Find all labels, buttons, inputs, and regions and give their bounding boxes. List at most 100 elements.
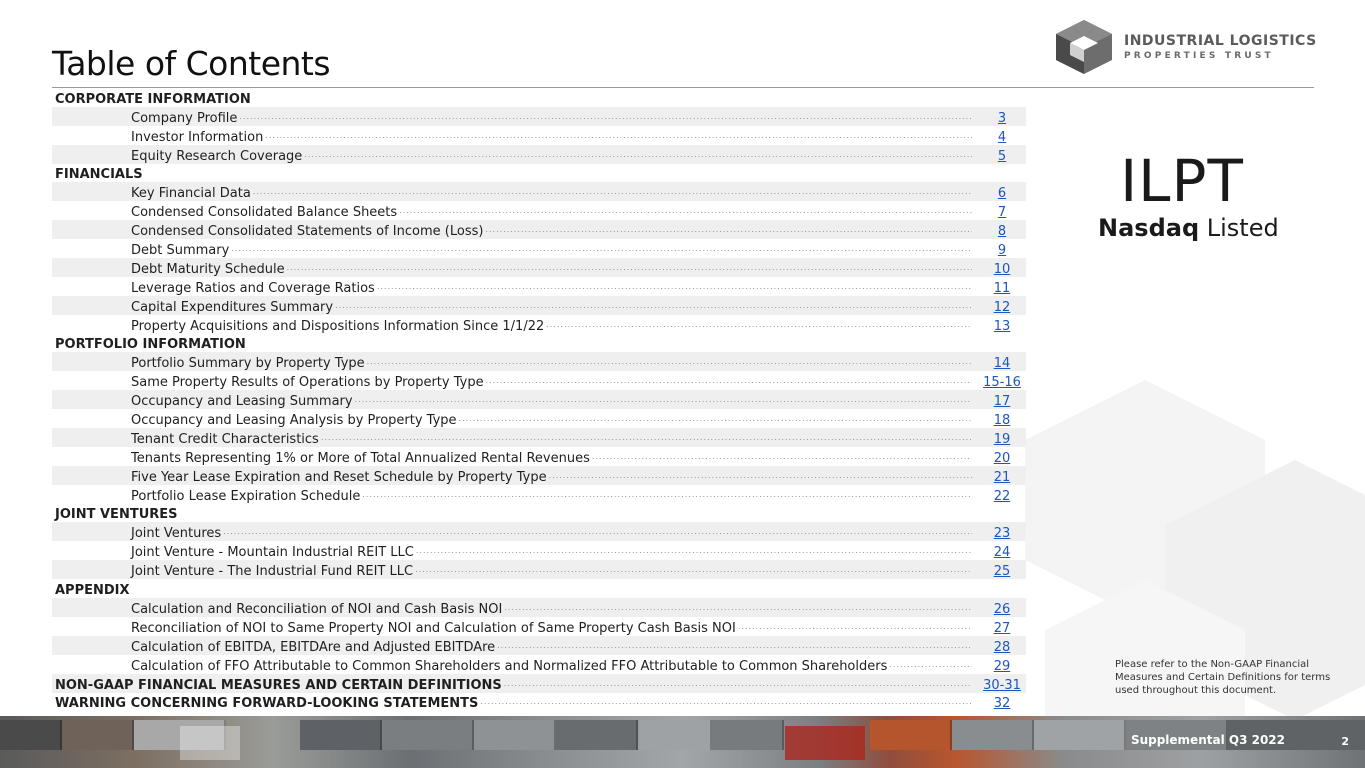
toc-entry-label: Tenant Credit Characteristics	[131, 431, 319, 447]
page-link[interactable]: 10	[994, 262, 1011, 277]
page-link[interactable]: 32	[994, 696, 1011, 711]
page-link[interactable]: 5	[998, 149, 1006, 164]
toc-entry: Calculation and Reconciliation of NOI an…	[52, 598, 1026, 617]
page-link[interactable]: 23	[994, 526, 1011, 541]
dot-leader: ........................................…	[485, 376, 972, 386]
toc-entry: Portfolio Lease Expiration Schedule.....…	[52, 485, 1026, 504]
page-link[interactable]: 18	[994, 413, 1011, 428]
toc-entry-label: WARNING CONCERNING FORWARD-LOOKING STATE…	[55, 696, 479, 712]
page-link[interactable]: 15	[983, 375, 1000, 390]
toc-page-links: 28	[978, 640, 1026, 655]
page-link[interactable]: 7	[998, 205, 1006, 220]
ticker-block: ILPT Nasdaq Listed	[1098, 152, 1279, 242]
toc-entry: Key Financial Data......................…	[52, 182, 1026, 202]
page-link[interactable]: 4	[998, 130, 1006, 145]
page-link[interactable]: 22	[994, 489, 1011, 504]
toc-entry: Same Property Results of Operations by P…	[52, 371, 1026, 390]
page-link[interactable]: 19	[994, 432, 1011, 447]
toc-entry-label: Debt Maturity Schedule	[131, 261, 285, 277]
page-link[interactable]: 24	[994, 545, 1011, 560]
page-link[interactable]: 8	[998, 224, 1006, 239]
page-link[interactable]: 11	[994, 281, 1011, 296]
toc-entry-label: Condensed Consolidated Statements of Inc…	[131, 224, 484, 240]
page-link[interactable]: 3	[998, 111, 1006, 126]
dot-leader: ........................................…	[362, 489, 972, 499]
dot-leader: ........................................…	[737, 621, 972, 631]
page-link[interactable]: 21	[994, 470, 1011, 485]
toc-section-heading: CORPORATE INFORMATION	[55, 91, 251, 107]
toc-section-heading: APPENDIX	[55, 583, 130, 599]
page-link[interactable]: 28	[994, 640, 1011, 655]
toc-entry: WARNING CONCERNING FORWARD-LOOKING STATE…	[52, 693, 1026, 712]
exchange-name: Nasdaq	[1098, 214, 1200, 242]
toc-entry-label: Condensed Consolidated Balance Sheets	[131, 205, 398, 221]
toc-entry-label: Joint Ventures	[131, 526, 222, 542]
toc-entry-label: Company Profile	[131, 110, 238, 126]
dot-leader: ........................................…	[320, 432, 972, 442]
page-link[interactable]: 29	[994, 659, 1011, 674]
toc-page-links: 24	[978, 545, 1026, 560]
toc-page-links: 7	[978, 205, 1026, 220]
page-title: Table of Contents	[52, 44, 331, 83]
footer-document-label: Supplemental Q3 2022	[1130, 733, 1285, 747]
toc-entry-label: Debt Summary	[131, 243, 230, 259]
page-link[interactable]: 6	[998, 186, 1006, 201]
dot-leader: ........................................…	[889, 659, 972, 669]
toc-entry-label: Calculation and Reconciliation of NOI an…	[131, 601, 503, 617]
toc-entry: Tenants Representing 1% or More of Total…	[52, 447, 1026, 466]
toc-entry-label: Occupancy and Leasing Summary	[131, 394, 353, 410]
toc-entry: Condensed Consolidated Statements of Inc…	[52, 220, 1026, 240]
page-link[interactable]: 20	[994, 451, 1011, 466]
toc-entry-label: Joint Venture - The Industrial Fund REIT…	[131, 564, 414, 580]
toc-entry: Five Year Lease Expiration and Reset Sch…	[52, 465, 1026, 485]
page-link[interactable]: 13	[994, 319, 1011, 334]
toc-entry: Joint Ventures..........................…	[52, 522, 1026, 542]
toc-entry-label: Key Financial Data	[131, 186, 251, 202]
page-link[interactable]: 16	[1004, 375, 1021, 390]
toc-entry: Occupancy and Leasing Summary...........…	[52, 390, 1026, 410]
page-link[interactable]: 14	[994, 356, 1011, 371]
toc-entry: Reconciliation of NOI to Same Property N…	[52, 617, 1026, 636]
table-of-contents: CORPORATE INFORMATION Company Profile....…	[52, 88, 1026, 711]
page-link[interactable]: 9	[998, 243, 1006, 258]
toc-entry: Calculation of FFO Attributable to Commo…	[52, 655, 1026, 674]
toc-page-links: 22	[978, 489, 1026, 504]
toc-page-links: 11	[978, 281, 1026, 296]
page-link[interactable]: 17	[994, 394, 1011, 409]
dot-leader: ........................................…	[503, 678, 972, 688]
toc-entry-label: Calculation of EBITDA, EBITDAre and Adju…	[131, 639, 496, 655]
toc-entry: Leverage Ratios and Coverage Ratios.....…	[52, 277, 1026, 296]
toc-page-links: 17	[978, 394, 1026, 409]
page-link[interactable]: 12	[994, 300, 1011, 315]
toc-page-links: 21	[978, 470, 1026, 485]
toc-page-links: 8	[978, 224, 1026, 239]
dot-leader: ........................................…	[252, 187, 972, 197]
page-link[interactable]: 25	[994, 564, 1011, 579]
exchange-listing: Nasdaq Listed	[1098, 214, 1279, 242]
toc-page-links: 23	[978, 526, 1026, 541]
page-link[interactable]: 30	[983, 678, 1000, 693]
dot-leader: ........................................…	[223, 527, 972, 537]
toc-entry-label: Portfolio Summary by Property Type	[131, 356, 365, 372]
dot-leader: ........................................…	[239, 111, 972, 121]
toc-entry: Company Profile.........................…	[52, 106, 1026, 126]
toc-entry: Occupancy and Leasing Analysis by Proper…	[52, 409, 1026, 428]
toc-page-links: 20	[978, 451, 1026, 466]
dot-leader: ........................................…	[497, 640, 972, 650]
dot-leader: ........................................…	[591, 451, 972, 461]
toc-entry: Capital Expenditures Summary............…	[52, 295, 1026, 315]
toc-entry-label: Joint Venture - Mountain Industrial REIT…	[131, 545, 414, 561]
page-link[interactable]: 27	[994, 621, 1011, 636]
toc-entry: Debt Summary............................…	[52, 239, 1026, 258]
toc-section-heading: PORTFOLIO INFORMATION	[55, 337, 246, 353]
dot-leader: ........................................…	[546, 319, 972, 329]
company-logo: INDUSTRIAL LOGISTICS PROPERTIES TRUST	[1054, 20, 1317, 74]
toc-entry-label: Same Property Results of Operations by P…	[131, 375, 484, 391]
toc-page-links: 15-16	[978, 375, 1026, 390]
toc-entry: Joint Venture - The Industrial Fund REIT…	[52, 560, 1026, 580]
page-link[interactable]: 26	[994, 602, 1011, 617]
toc-page-links: 18	[978, 413, 1026, 428]
toc-entry: Joint Venture - Mountain Industrial REIT…	[52, 541, 1026, 560]
page-link[interactable]: 31	[1004, 678, 1021, 693]
toc-entry-label: Occupancy and Leasing Analysis by Proper…	[131, 413, 457, 429]
